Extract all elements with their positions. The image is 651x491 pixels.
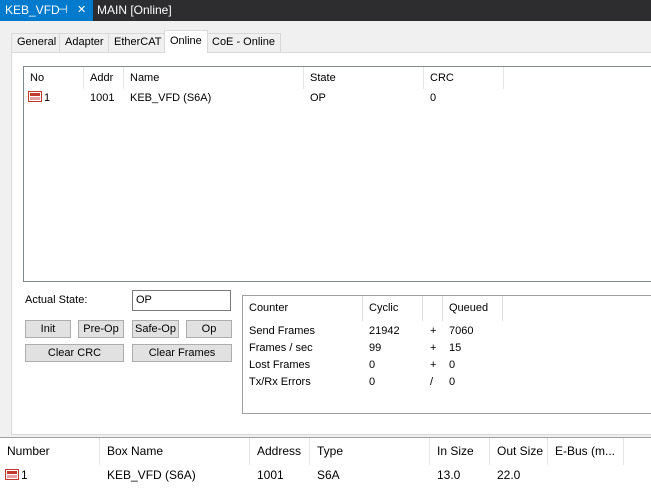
actual-state-field: OP (132, 290, 231, 311)
ethercat-device-icon (5, 469, 19, 480)
col-addr[interactable]: Addr (84, 67, 124, 89)
counter-header: Counter (243, 296, 363, 321)
col-box-name[interactable]: Box Name (100, 438, 250, 465)
slave-list-header: No Addr Name State CRC (24, 67, 651, 89)
table-row[interactable]: 1 1001 KEB_VFD (S6A) OP 0 (24, 90, 651, 107)
doc-tab-main-online[interactable]: MAIN [Online] (97, 0, 172, 21)
counter-label: Tx/Rx Errors (249, 376, 311, 388)
safeop-button[interactable]: Safe-Op (132, 320, 179, 338)
counter-op: / (430, 376, 434, 388)
editor-content: General Adapter EtherCAT Online CoE - On… (0, 21, 651, 435)
grid-ebus (548, 466, 555, 484)
col-in-size[interactable]: In Size (430, 438, 490, 465)
col-number[interactable]: Number (0, 438, 100, 465)
row-addr: 1001 (90, 92, 115, 104)
col-address[interactable]: Address (250, 438, 310, 465)
row-no: 1 (44, 92, 51, 104)
slave-list[interactable]: No Addr Name State CRC 1 1001 KEB_VFD (S… (23, 66, 651, 282)
grid-address: 1001 (257, 468, 284, 482)
grid-type: S6A (317, 468, 340, 482)
close-icon[interactable]: ✕ (77, 0, 86, 21)
clear-crc-button[interactable]: Clear CRC (25, 344, 124, 362)
counter-cyclic: 0 (369, 359, 376, 371)
queued-header: Queued (443, 296, 503, 321)
col-ebus[interactable]: E-Bus (m... (548, 438, 624, 465)
doc-tab-keb-vfd-label: KEB_VFD (5, 3, 60, 17)
grid-number-cell: 1 (0, 466, 28, 484)
grid-number: 1 (21, 468, 28, 482)
row-name: KEB_VFD (S6A) (130, 92, 212, 104)
actual-state-label: Actual State: (25, 294, 88, 306)
col-out-size[interactable]: Out Size (490, 438, 548, 465)
counter-label: Send Frames (249, 325, 316, 337)
row-state: OP (310, 92, 326, 104)
row-crc: 0 (430, 92, 437, 104)
tab-coe-online[interactable]: CoE - Online (206, 33, 281, 52)
counter-op: + (430, 325, 437, 337)
document-tab-strip: KEB_VFD ⊣ ✕ MAIN [Online] (0, 0, 651, 21)
tab-online[interactable]: Online (164, 30, 208, 53)
counter-cyclic: 99 (369, 342, 382, 354)
cyclic-header: Cyclic (363, 296, 423, 321)
col-name[interactable]: Name (124, 67, 304, 89)
op-header (423, 296, 443, 321)
doc-tab-main-label: MAIN [Online] (97, 3, 172, 17)
init-button[interactable]: Init (25, 320, 71, 338)
ethercat-device-icon (28, 91, 42, 102)
counter-op: + (430, 359, 437, 371)
device-grid[interactable]: Number Box Name Address Type In Size Out… (0, 437, 651, 491)
counter-queued: 7060 (449, 325, 474, 337)
counter-cyclic: 0 (369, 376, 376, 388)
tab-adapter[interactable]: Adapter (59, 33, 110, 52)
counter-label: Frames / sec (249, 342, 313, 354)
online-tab-page: No Addr Name State CRC 1 1001 KEB_VFD (S… (11, 52, 651, 435)
preop-button[interactable]: Pre-Op (78, 320, 124, 338)
tab-ethercat[interactable]: EtherCAT (108, 33, 168, 52)
counter-op: + (430, 342, 437, 354)
col-no[interactable]: No (24, 67, 84, 89)
counter-label: Lost Frames (249, 359, 311, 371)
counter-cyclic: 21942 (369, 325, 400, 337)
op-button[interactable]: Op (186, 320, 232, 338)
grid-out-size: 22.0 (497, 468, 521, 482)
clear-frames-button[interactable]: Clear Frames (132, 344, 232, 362)
grid-in-size: 13.0 (437, 468, 461, 482)
counter-queued: 0 (449, 376, 456, 388)
row-no-cell: 1 (24, 90, 84, 107)
col-crc[interactable]: CRC (424, 67, 504, 89)
frame-counters: Counter Cyclic Queued Send Frames 21942 … (242, 295, 651, 414)
counter-queued: 0 (449, 359, 456, 371)
col-state[interactable]: State (304, 67, 424, 89)
pin-icon[interactable]: ⊣ (58, 0, 68, 21)
grid-box-name: KEB_VFD (S6A) (107, 468, 196, 482)
doc-tab-keb-vfd[interactable]: KEB_VFD ⊣ ✕ (0, 0, 93, 21)
counter-queued: 15 (449, 342, 462, 354)
col-type[interactable]: Type (310, 438, 430, 465)
tab-general[interactable]: General (11, 33, 63, 52)
